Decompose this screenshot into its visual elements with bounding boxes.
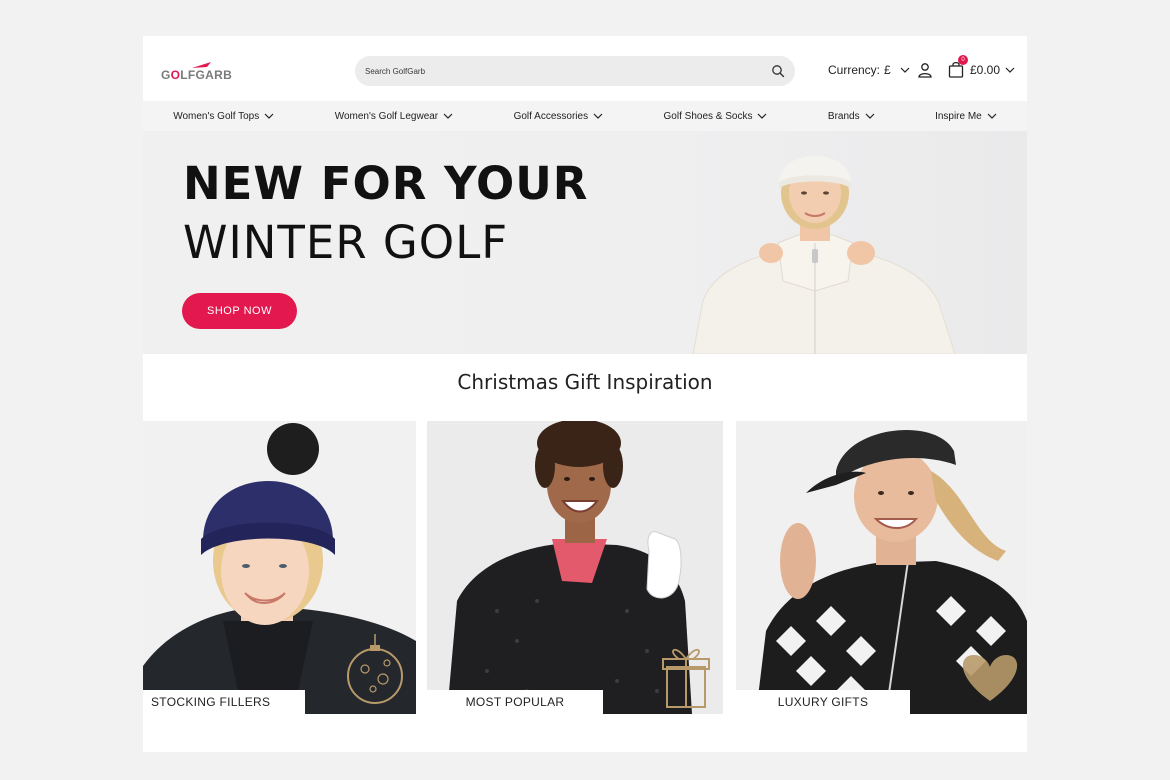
main-nav: Women's Golf Tops Women's Golf Legwear G…	[143, 101, 1027, 131]
section-title: Christmas Gift Inspiration	[457, 370, 713, 394]
nav-item-womens-golf-legwear[interactable]: Women's Golf Legwear	[335, 111, 453, 122]
currency-selector[interactable]: Currency: £	[828, 63, 910, 77]
luxury-gifts-image	[736, 421, 1027, 714]
currency-value: £	[884, 63, 891, 77]
chevron-down-icon	[758, 113, 767, 119]
shopping-bag-icon: 0	[948, 55, 968, 78]
hero-banner[interactable]: NEW FOR YOUR WINTER GOLF SHOP NOW	[143, 131, 1027, 354]
cart-count-badge: 0	[958, 55, 968, 65]
logo[interactable]: GOLFGARB	[161, 61, 251, 83]
chevron-down-icon	[264, 113, 274, 119]
nav-item-label: Women's Golf Tops	[173, 110, 260, 122]
most-popular-image	[427, 421, 723, 714]
search-icon[interactable]	[771, 64, 785, 78]
category-label: MOST POPULAR	[427, 690, 603, 714]
hero-model-image	[692, 156, 956, 354]
nav-item-womens-golf-tops[interactable]: Women's Golf Tops	[173, 111, 274, 122]
nav-item-label: Inspire Me	[935, 110, 982, 122]
nav-item-inspire-me[interactable]: Inspire Me	[935, 111, 997, 122]
category-label: LUXURY GIFTS	[736, 690, 910, 714]
hero-heading-line1: NEW FOR YOUR	[183, 157, 589, 210]
nav-item-golf-accessories[interactable]: Golf Accessories	[514, 111, 603, 122]
shop-now-button[interactable]: SHOP NOW	[182, 293, 297, 329]
chevron-down-icon	[900, 67, 910, 73]
search-bar	[355, 56, 795, 86]
search-input[interactable]	[365, 64, 745, 78]
cart-total: £0.00	[970, 62, 1001, 77]
logo-text: GOLFGARB	[161, 68, 233, 82]
nav-item-label: Golf Accessories	[513, 110, 589, 122]
chevron-down-icon	[1005, 67, 1015, 73]
nav-item-label: Brands	[827, 110, 860, 122]
category-card-most-popular[interactable]: MOST POPULAR	[427, 421, 723, 714]
nav-item-golf-shoes-socks[interactable]: Golf Shoes & Socks	[664, 111, 768, 122]
chevron-down-icon	[865, 113, 875, 119]
chevron-down-icon	[443, 113, 453, 119]
cart-button[interactable]: 0 £0.00	[948, 55, 1015, 78]
category-card-luxury-gifts[interactable]: LUXURY GIFTS	[736, 421, 1027, 714]
page-container: GOLFGARB Currency: £ 0	[143, 36, 1027, 752]
nav-item-label: Golf Shoes & Socks	[663, 110, 753, 122]
category-label: STOCKING FILLERS	[143, 690, 305, 714]
user-icon[interactable]	[917, 62, 933, 78]
stocking-fillers-image	[143, 421, 416, 714]
currency-label: Currency:	[828, 63, 881, 77]
chevron-down-icon	[593, 113, 603, 119]
hero-heading-line2: WINTER GOLF	[183, 216, 509, 269]
site-header: GOLFGARB Currency: £ 0	[143, 36, 1027, 101]
nav-item-brands[interactable]: Brands	[828, 111, 875, 122]
nav-item-label: Women's Golf Legwear	[334, 110, 439, 122]
chevron-down-icon	[987, 113, 997, 119]
category-card-stocking-fillers[interactable]: STOCKING FILLERS	[143, 421, 416, 714]
